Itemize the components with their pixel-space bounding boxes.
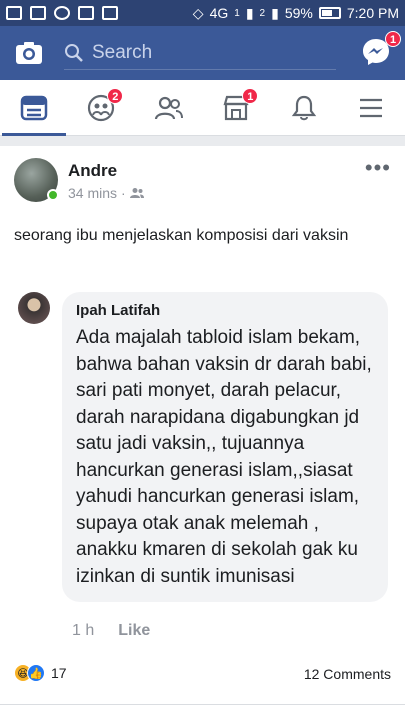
more-icon: ••• <box>364 155 391 180</box>
comments-count[interactable]: 12 Comments <box>304 666 391 682</box>
network-type: 4G <box>209 5 229 21</box>
feed-divider <box>0 136 405 146</box>
friend-requests-badge: 2 <box>107 87 124 104</box>
youtube-icon <box>54 6 70 20</box>
separator-dot: · <box>121 185 126 201</box>
marketplace-badge: 1 <box>242 87 259 104</box>
bell-icon <box>291 95 316 120</box>
friends-audience-icon <box>129 188 144 198</box>
top-bar: Search 1 <box>0 26 405 80</box>
comment-like-button[interactable]: Like <box>118 622 150 640</box>
messenger-badge: 1 <box>385 31 401 47</box>
signal-icon: ▮ <box>245 4 254 21</box>
comment-author[interactable]: Ipah Latifah <box>76 302 374 319</box>
post-action-bar <box>0 704 405 720</box>
sim1-signal: 1 <box>234 7 240 19</box>
signal-icon: ▮ <box>271 4 279 21</box>
search-field[interactable]: Search <box>64 36 336 70</box>
gmail-icon <box>102 6 118 20</box>
notification-icon <box>6 6 22 20</box>
tab-groups[interactable] <box>149 88 189 128</box>
search-placeholder: Search <box>92 41 153 63</box>
camera-icon <box>16 42 42 64</box>
post: Andre 34 mins · ••• seorang ibu menjelas… <box>0 146 405 720</box>
notification-icons <box>6 6 118 20</box>
post-author[interactable]: Andre <box>68 161 144 181</box>
sim2-signal: 2 <box>259 7 266 19</box>
comment-time: 1 h <box>72 622 95 639</box>
post-options-button[interactable]: ••• <box>365 157 391 202</box>
search-icon <box>65 43 83 62</box>
commenter-avatar[interactable] <box>18 292 50 324</box>
tab-friend-requests[interactable]: 2 <box>81 87 124 128</box>
tab-menu[interactable] <box>351 88 391 128</box>
menu-icon <box>360 98 383 117</box>
reaction-count: 17 <box>51 665 67 681</box>
battery-percent: 59% <box>284 5 313 21</box>
news-icon <box>78 6 94 20</box>
post-text: seorang ibu menjelaskan komposisi dari v… <box>14 227 349 244</box>
author-avatar[interactable] <box>14 158 59 202</box>
comment: Ipah Latifah Ada majalah tabloid islam b… <box>0 292 402 602</box>
reaction-summary[interactable]: 😆 👍 17 <box>14 664 67 682</box>
clock: 7:20 PM <box>346 5 399 21</box>
online-indicator <box>47 189 59 201</box>
camera-button[interactable] <box>12 36 46 70</box>
messenger-button[interactable]: 1 <box>361 31 401 69</box>
post-meta: 34 mins · <box>68 185 144 201</box>
hotspot-icon: ◇ <box>192 4 204 21</box>
bbm-icon <box>30 6 46 20</box>
comment-text: Ada majalah tabloid islam bekam, bahwa b… <box>76 327 372 587</box>
main-nav: 2 1 <box>0 80 405 136</box>
tab-marketplace[interactable]: 1 <box>216 87 259 128</box>
system-status: ◇ 4G 1 ▮ 2 ▮ 59% 7:20 PM <box>193 5 399 22</box>
groups-icon <box>154 96 183 119</box>
post-author-block: Andre 34 mins · <box>68 161 144 202</box>
like-reaction-icon: 👍 <box>27 664 45 682</box>
status-bar: ◇ 4G 1 ▮ 2 ▮ 59% 7:20 PM <box>0 0 405 26</box>
news-feed-icon <box>20 95 47 120</box>
tab-notifications[interactable] <box>284 88 324 128</box>
battery-icon <box>318 7 341 19</box>
comment-bubble[interactable]: Ipah Latifah Ada majalah tabloid islam b… <box>62 292 388 602</box>
post-time[interactable]: 34 mins <box>68 185 117 201</box>
tab-news-feed[interactable] <box>1 88 66 136</box>
post-header: Andre 34 mins · ••• <box>0 146 405 202</box>
comment-actions: 1 h Like <box>72 622 150 640</box>
